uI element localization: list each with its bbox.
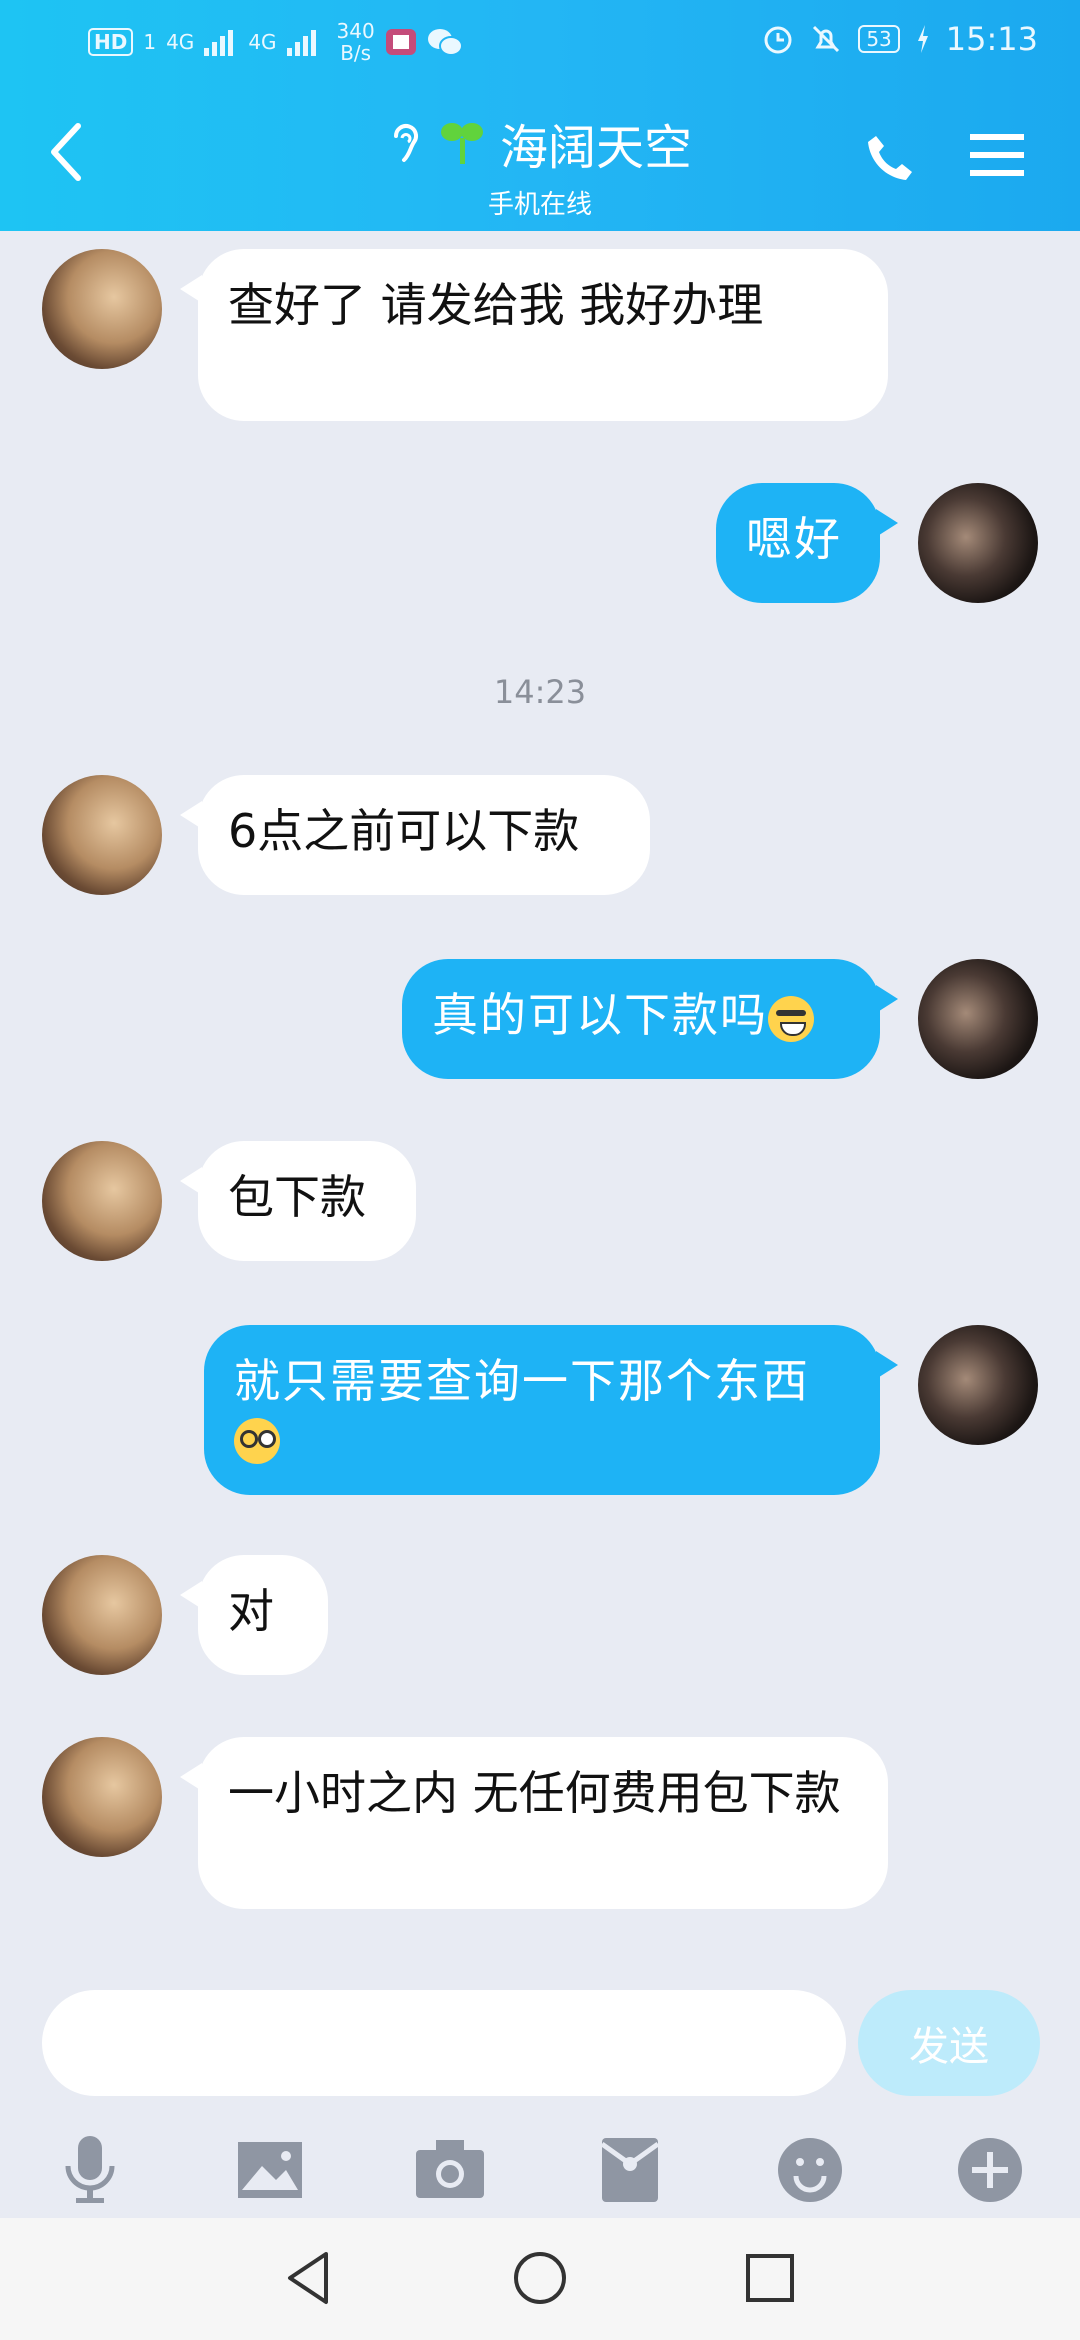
microphone-icon[interactable] (50, 2130, 130, 2210)
contact-avatar[interactable] (42, 1555, 162, 1675)
message-text: 就只需要查询一下那个东西 (234, 1354, 810, 1408)
book-app-icon (385, 29, 416, 55)
battery-level: 53 (858, 25, 900, 53)
composer-toolbar (0, 2120, 1080, 2220)
network-label-1: 4G (166, 30, 195, 54)
message-timestamp: 14:23 (493, 673, 587, 711)
mute-bell-icon (813, 25, 840, 53)
charging-icon (917, 25, 928, 53)
my-avatar[interactable] (918, 959, 1038, 1079)
phone-call-button[interactable] (864, 132, 916, 184)
send-button[interactable]: 发送 (858, 1990, 1040, 2096)
message-bubble-incoming[interactable]: 对 (180, 1555, 328, 1675)
emoji-icon[interactable] (770, 2130, 850, 2210)
system-navigation-bar (0, 2218, 1080, 2340)
alarm-icon (764, 26, 792, 54)
image-icon[interactable] (230, 2130, 310, 2210)
status-bar: HD 1 4G 4G 340 B/s 53 15:13 (0, 18, 1080, 66)
speed-value: 340 (336, 19, 375, 43)
network-label-2: 4G (248, 30, 277, 54)
red-packet-icon[interactable] (590, 2130, 670, 2210)
message-bubble-incoming[interactable]: 查好了 请发给我 我好办理 (180, 249, 888, 421)
contact-avatar[interactable] (42, 775, 162, 895)
message-input[interactable] (42, 1990, 846, 2096)
message-text: 一小时之内 无任何费用包下款 (228, 1766, 841, 1820)
my-avatar[interactable] (918, 483, 1038, 603)
clock: 15:13 (945, 20, 1038, 58)
signal-icon-2 (286, 30, 316, 56)
hd-badge: HD (88, 28, 134, 56)
online-status: 手机在线 (487, 190, 592, 220)
chat-header: HD 1 4G 4G 340 B/s 53 15:13 海阔天空 手机在线 (0, 0, 1080, 231)
nav-home-icon[interactable] (510, 2248, 570, 2308)
message-text: 嗯好 (746, 512, 842, 566)
tears-of-joy-emoji (768, 996, 814, 1042)
message-text: 真的可以下款吗 (432, 988, 768, 1042)
hearing-icon (393, 124, 418, 162)
nav-back-icon[interactable] (280, 2248, 340, 2308)
sim1-label: 1 (143, 30, 157, 54)
speed-unit: B/s (340, 41, 372, 65)
message-bubble-incoming[interactable]: 6点之前可以下款 (180, 775, 650, 895)
message-text: 包下款 (228, 1170, 366, 1224)
contact-avatar[interactable] (42, 1141, 162, 1261)
sprout-icon (440, 123, 483, 164)
wechat-icon (427, 29, 463, 56)
message-bubble-outgoing[interactable]: 就只需要查询一下那个东西 (204, 1325, 898, 1495)
message-text: 6点之前可以下款 (228, 804, 580, 858)
signal-icon (204, 30, 234, 56)
menu-button[interactable] (970, 130, 1024, 180)
network-speed: 340 B/s (337, 20, 375, 64)
contact-avatar[interactable] (42, 249, 162, 369)
camera-icon[interactable] (410, 2130, 490, 2210)
message-bubble-outgoing[interactable]: 嗯好 (716, 483, 898, 603)
contact-avatar[interactable] (42, 1737, 162, 1857)
message-bubble-incoming[interactable]: 一小时之内 无任何费用包下款 (180, 1737, 888, 1909)
contact-name: 海阔天空 (499, 120, 692, 176)
message-text: 查好了 请发给我 我好办理 (228, 278, 764, 332)
contact-info[interactable]: 海阔天空 手机在线 (0, 108, 1080, 221)
message-bubble-outgoing[interactable]: 真的可以下款吗 (402, 959, 898, 1079)
chat-area[interactable]: 查好了 请发给我 我好办理 嗯好 14:23 6点之前可以下款 真的可以下款吗 … (0, 231, 1080, 1991)
nav-recents-icon[interactable] (740, 2248, 800, 2308)
dizzy-face-emoji (234, 1418, 280, 1464)
message-text: 对 (228, 1584, 274, 1638)
composer-bar: 发送 (0, 1990, 1080, 2120)
plus-icon[interactable] (950, 2130, 1030, 2210)
my-avatar[interactable] (918, 1325, 1038, 1445)
message-bubble-incoming[interactable]: 包下款 (180, 1141, 416, 1261)
